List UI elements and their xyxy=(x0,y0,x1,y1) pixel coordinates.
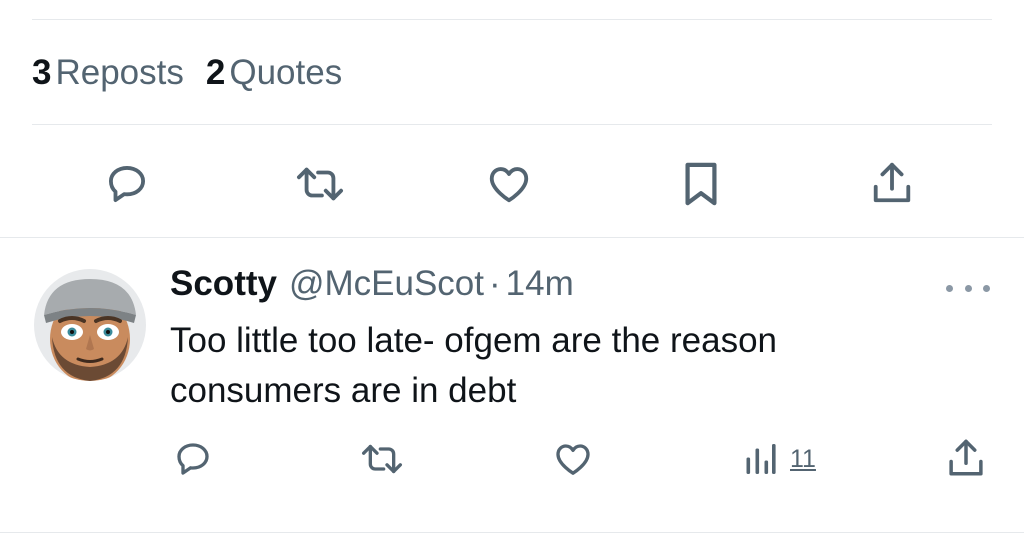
bookmark-button[interactable] xyxy=(678,160,724,208)
share-button[interactable] xyxy=(868,158,916,208)
engagement-stats: 3 Reposts 2 Quotes xyxy=(32,50,364,96)
reply-timestamp[interactable]: 14m xyxy=(506,264,574,304)
like-button[interactable] xyxy=(484,160,534,208)
reply-icon xyxy=(108,165,146,203)
stats-divider xyxy=(32,124,992,125)
more-options-button[interactable] xyxy=(946,276,990,300)
views-icon xyxy=(746,444,776,474)
avatar-image xyxy=(34,269,146,381)
reply-reply-button[interactable] xyxy=(172,438,214,480)
reply-views-button[interactable]: 11 xyxy=(742,438,832,480)
like-icon xyxy=(556,444,590,475)
repost-icon xyxy=(296,167,343,201)
more-icon-dot xyxy=(983,284,990,292)
actions-divider xyxy=(0,237,1024,238)
reply-author-name[interactable]: Scotty xyxy=(170,264,277,304)
share-icon xyxy=(949,439,983,476)
quotes-label: Quotes xyxy=(229,53,343,92)
reply-separator: · xyxy=(489,264,501,303)
top-divider xyxy=(32,19,992,20)
reposts-stat[interactable]: 3 Reposts xyxy=(32,53,184,93)
bottom-divider xyxy=(0,532,1024,533)
reply-button[interactable] xyxy=(103,160,151,208)
reply-header: Scotty @McEuScot · 14m xyxy=(170,264,574,304)
reposts-count: 3 xyxy=(32,53,52,92)
more-icon-dot xyxy=(946,284,953,292)
share-icon xyxy=(873,162,911,203)
reply-repost-button[interactable] xyxy=(358,438,406,480)
repost-button[interactable] xyxy=(292,160,348,208)
views-count: 11 xyxy=(790,444,816,473)
reply-author-handle[interactable]: @McEuScot xyxy=(289,264,484,304)
reply-like-button[interactable] xyxy=(551,438,595,480)
quotes-stat[interactable]: 2 Quotes xyxy=(206,53,342,93)
reply-share-button[interactable] xyxy=(944,436,988,480)
repost-icon xyxy=(361,444,402,474)
avatar[interactable] xyxy=(34,269,146,381)
like-icon xyxy=(489,167,529,203)
bookmark-icon xyxy=(685,162,717,206)
reply-text: Too little too late- ofgem are the reaso… xyxy=(170,321,778,410)
reposts-label: Reposts xyxy=(55,53,184,92)
more-icon-dot xyxy=(964,284,972,292)
quotes-count: 2 xyxy=(205,53,226,92)
reply-icon xyxy=(177,443,209,475)
